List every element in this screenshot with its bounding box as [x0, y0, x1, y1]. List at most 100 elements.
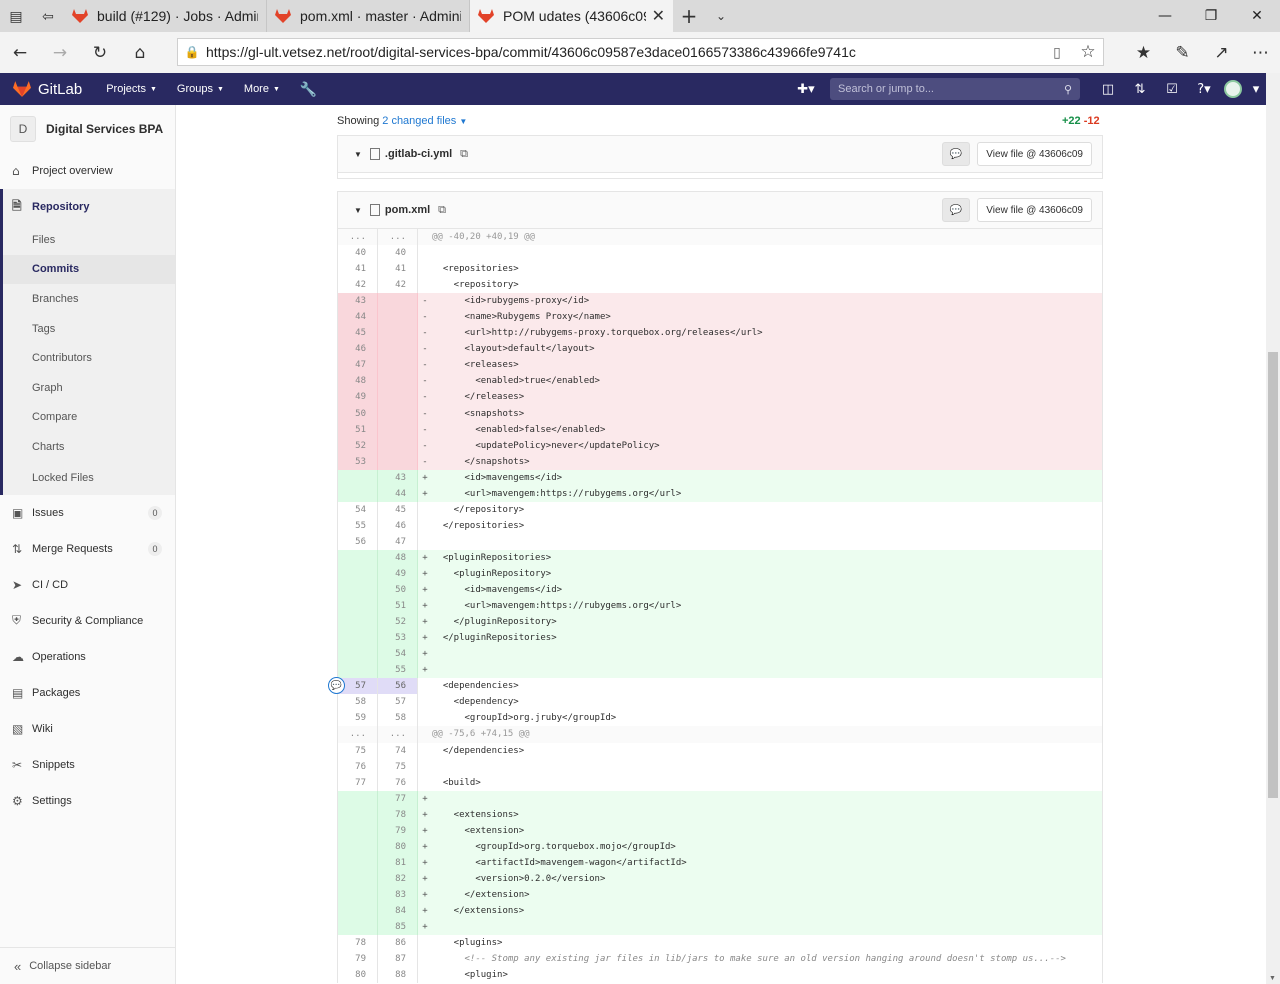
scrollbar-thumb[interactable]	[1268, 352, 1278, 798]
old-line-number[interactable]	[338, 469, 378, 486]
new-line-number[interactable]: 50	[378, 582, 418, 599]
new-line-number[interactable]: 53	[378, 630, 418, 647]
diff-line[interactable]: 52 - <updatePolicy>never</updatePolicy>	[338, 437, 1102, 454]
todos-icon[interactable]: ☑	[1156, 82, 1188, 97]
new-line-number[interactable]	[378, 373, 418, 390]
sidebar-sub-compare[interactable]: Compare	[0, 402, 175, 433]
old-line-number[interactable]	[338, 582, 378, 599]
pen-icon[interactable]: ✎	[1163, 32, 1202, 73]
old-line-number[interactable]: 76	[338, 758, 378, 775]
more-menu[interactable]: More ▼	[244, 83, 280, 95]
new-line-number[interactable]: 46	[378, 517, 418, 534]
merge-requests-icon[interactable]: ⇅	[1124, 82, 1156, 97]
help-icon[interactable]: ?▾	[1188, 82, 1220, 97]
new-line-number[interactable]	[378, 341, 418, 358]
diff-line[interactable]: 55 46 </repositories>	[338, 517, 1102, 534]
old-line-number[interactable]: 42	[338, 277, 378, 294]
diff-line[interactable]: 83 + </extension>	[338, 886, 1102, 903]
old-line-number[interactable]: 54	[338, 501, 378, 518]
page-scrollbar[interactable]: ▼	[1266, 73, 1280, 984]
old-line-number[interactable]: 44	[338, 309, 378, 326]
diff-line[interactable]: 58 57 <dependency>	[338, 694, 1102, 711]
more-icon[interactable]: ⋯	[1241, 32, 1280, 73]
tab-list-chevron-icon[interactable]: ⌄	[705, 0, 737, 32]
copy-path-icon[interactable]: ⧉	[438, 203, 446, 217]
old-line-number[interactable]: 41	[338, 261, 378, 278]
changed-files-dropdown[interactable]: 2 changed files	[382, 115, 456, 127]
new-line-number[interactable]: 74	[378, 742, 418, 759]
diff-line[interactable]: 82 + <version>0.2.0</version>	[338, 870, 1102, 887]
caret-down-icon[interactable]: ▼	[354, 150, 362, 159]
diff-line[interactable]: 77 +	[338, 790, 1102, 807]
diff-line[interactable]: 48 - <enabled>true</enabled>	[338, 373, 1102, 390]
diff-line[interactable]: 45 - <url>http://rubygems-proxy.torquebox…	[338, 325, 1102, 342]
new-line-number[interactable]: 48	[378, 549, 418, 566]
new-line-number[interactable]: 87	[378, 951, 418, 968]
new-line-number[interactable]: 41	[378, 261, 418, 278]
new-line-number[interactable]	[378, 357, 418, 374]
new-line-number[interactable]: 55	[378, 662, 418, 679]
diff-line[interactable]: 59 58 <groupId>org.jruby</groupId>	[338, 710, 1102, 727]
diff-hunk-header[interactable]: ...... @@ -75,6 +74,15 @@	[338, 726, 1102, 743]
sidebar-item-repository[interactable]: 🗎 Repository	[0, 189, 175, 225]
new-line-number[interactable]: 40	[378, 245, 418, 262]
old-line-number[interactable]	[338, 790, 378, 807]
old-line-number[interactable]	[338, 806, 378, 823]
new-line-number[interactable]: 81	[378, 854, 418, 871]
sidebar-sub-contributors[interactable]: Contributors	[0, 343, 175, 373]
view-file-button[interactable]: View file @ 43606c09	[977, 142, 1092, 166]
project-context[interactable]: D Digital Services BPA	[0, 105, 175, 153]
caret-down-icon[interactable]: ▼	[354, 206, 362, 215]
new-line-number[interactable]: 82	[378, 870, 418, 887]
new-line-number[interactable]: 77	[378, 790, 418, 807]
sidebar-sub-graph[interactable]: Graph	[0, 372, 175, 403]
sidebar-sub-files[interactable]: Files	[0, 225, 175, 255]
diff-line[interactable]: 44 - <name>Rubygems Proxy</name>	[338, 309, 1102, 326]
old-line-number[interactable]: 58	[338, 694, 378, 711]
old-line-number[interactable]	[338, 630, 378, 647]
sidebar-sub-charts[interactable]: Charts	[0, 432, 175, 462]
diff-line[interactable]: 44 + <url>mavengem:https://rubygems.org</…	[338, 485, 1102, 502]
home-icon[interactable]: ⌂	[120, 33, 160, 73]
set-aside-tabs-icon[interactable]: ⇦	[32, 0, 64, 32]
tab-actions-icon[interactable]: ▤	[0, 0, 32, 32]
new-line-number[interactable]: 85	[378, 919, 418, 936]
old-line-number[interactable]: 80	[338, 967, 378, 984]
comment-toggle-icon[interactable]: 💬	[942, 142, 970, 166]
new-line-number[interactable]: 47	[378, 533, 418, 550]
copy-path-icon[interactable]: ⧉	[460, 147, 468, 161]
new-line-number[interactable]: 79	[378, 822, 418, 839]
diff-line[interactable]: 49 - </releases>	[338, 389, 1102, 406]
old-line-number[interactable]: 56	[338, 533, 378, 550]
old-line-number[interactable]: 77	[338, 774, 378, 791]
sidebar-item-issues[interactable]: ▣ Issues 0	[0, 495, 175, 531]
sidebar-sub-commits[interactable]: Commits	[0, 254, 175, 285]
address-bar[interactable]: 🔒 https://gl-ult.vetsez.net/root/digital…	[177, 38, 1104, 66]
old-line-number[interactable]: 75	[338, 742, 378, 759]
new-line-number[interactable]: 51	[378, 598, 418, 615]
url-text[interactable]: https://gl-ult.vetsez.net/root/digital-s…	[206, 44, 856, 60]
diff-hunk-header[interactable]: ...... @@ -40,20 +40,19 @@	[338, 229, 1102, 246]
add-comment-icon[interactable]: 💬	[328, 677, 345, 694]
old-line-number[interactable]: 53	[338, 453, 378, 470]
file-header-pom[interactable]: ▼ pom.xml ⧉ 💬 View file @ 43606c09	[337, 191, 1103, 229]
sidebar-item-security[interactable]: ⛨ Security & Compliance	[0, 603, 175, 639]
diff-line[interactable]: 51 + <url>mavengem:https://rubygems.org</…	[338, 598, 1102, 615]
back-icon[interactable]: ←	[0, 33, 40, 73]
diff-line[interactable]: 85 +	[338, 919, 1102, 936]
diff-line[interactable]: 57 56 <dependencies>	[338, 678, 1102, 695]
old-line-number[interactable]	[338, 565, 378, 583]
diff-line[interactable]: 56 47	[338, 533, 1102, 550]
sidebar-item-packages[interactable]: ▤ Packages	[0, 675, 175, 711]
diff-line[interactable]: 47 - <releases>	[338, 357, 1102, 374]
sidebar-sub-locked-files[interactable]: Locked Files	[0, 461, 175, 495]
diff-line[interactable]: 76 75	[338, 758, 1102, 775]
comment-toggle-icon[interactable]: 💬	[942, 198, 970, 222]
old-line-number[interactable]: 46	[338, 341, 378, 358]
file-header-gitlab-ci[interactable]: ▼ .gitlab-ci.yml ⧉ 💬 View file @ 43606c0…	[337, 135, 1103, 173]
new-line-number[interactable]: 88	[378, 967, 418, 984]
diff-line[interactable]: 46 - <layout>default</layout>	[338, 341, 1102, 358]
new-line-number[interactable]: ...	[378, 726, 418, 743]
diff-line[interactable]: 81 + <artifactId>mavengem-wagon</artifact…	[338, 854, 1102, 871]
old-line-number[interactable]: 43	[338, 293, 378, 310]
